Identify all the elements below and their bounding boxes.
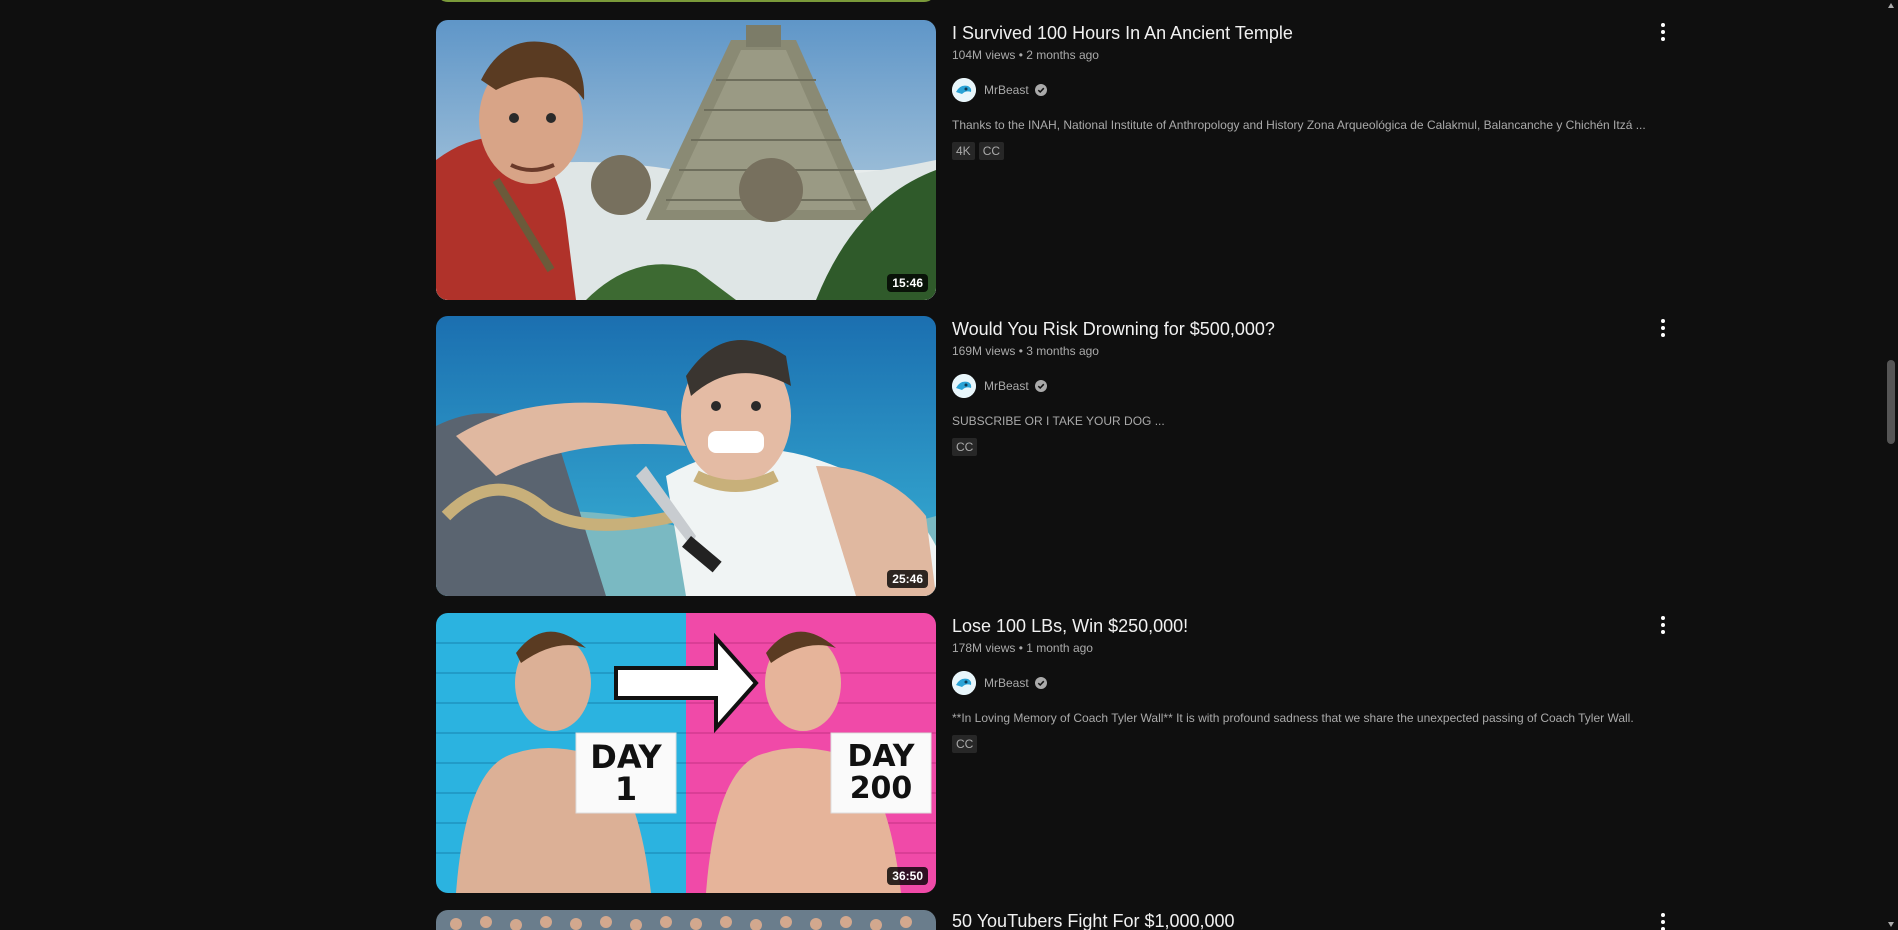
video-thumbnail[interactable]: 15:46 bbox=[436, 20, 936, 300]
channel-name[interactable]: MrBeast bbox=[984, 676, 1029, 690]
video-result[interactable]: 15:46 I Survived 100 Hours In An Ancient… bbox=[436, 20, 1676, 300]
page-scrollbar[interactable] bbox=[1884, 0, 1898, 930]
channel-name[interactable]: MrBeast bbox=[984, 379, 1029, 393]
video-title[interactable]: Lose 100 LBs, Win $250,000! bbox=[952, 613, 1652, 639]
video-description: **In Loving Memory of Coach Tyler Wall**… bbox=[952, 711, 1634, 725]
channel-name[interactable]: MrBeast bbox=[984, 83, 1029, 97]
video-description: SUBSCRIBE OR I TAKE YOUR DOG ... bbox=[952, 414, 1165, 428]
video-title[interactable]: 50 YouTubers Fight For $1,000,000 bbox=[952, 910, 1652, 930]
channel-avatar[interactable] bbox=[952, 78, 976, 102]
more-vert-icon bbox=[1661, 319, 1665, 337]
underwater-thumbnail-image bbox=[436, 316, 936, 596]
video-thumbnail[interactable]: DAY 1 DAY 200 36:50 bbox=[436, 613, 936, 893]
more-vert-icon bbox=[1661, 913, 1665, 930]
video-info: Lose 100 LBs, Win $250,000! 178M views •… bbox=[952, 613, 1652, 753]
view-count: 169M views bbox=[952, 344, 1016, 358]
video-result[interactable]: 50 YouTubers Fight For $1,000,000 bbox=[436, 910, 1676, 930]
video-metadata: 178M views • 1 month ago bbox=[952, 639, 1652, 657]
channel-info[interactable]: MrBeast bbox=[952, 671, 1652, 695]
upload-age: 2 months ago bbox=[1026, 48, 1099, 62]
video-result[interactable]: DAY 1 DAY 200 36:50 Lose 100 LBs, Win $2… bbox=[436, 613, 1676, 893]
video-info: 50 YouTubers Fight For $1,000,000 bbox=[952, 910, 1652, 930]
crowd-thumbnail-image bbox=[436, 910, 936, 930]
verified-check-icon bbox=[1034, 380, 1047, 392]
video-duration: 25:46 bbox=[887, 570, 928, 588]
channel-avatar[interactable] bbox=[952, 374, 976, 398]
more-vert-icon bbox=[1661, 616, 1665, 634]
video-info: Would You Risk Drowning for $500,000? 16… bbox=[952, 316, 1652, 456]
video-thumbnail[interactable] bbox=[436, 910, 936, 930]
badge-cc: CC bbox=[952, 735, 978, 753]
more-actions-button[interactable] bbox=[1651, 316, 1675, 340]
more-actions-button[interactable] bbox=[1651, 910, 1675, 930]
channel-info[interactable]: MrBeast bbox=[952, 374, 1652, 398]
sign-day-200: DAY 200 bbox=[847, 739, 915, 806]
scrollbar-thumb[interactable] bbox=[1887, 360, 1895, 444]
badge-list: CC bbox=[952, 438, 1652, 456]
more-vert-icon bbox=[1661, 23, 1665, 41]
upload-age: 1 month ago bbox=[1026, 641, 1093, 655]
verified-check-icon bbox=[1034, 677, 1047, 689]
view-count: 178M views bbox=[952, 641, 1016, 655]
temple-thumbnail-image bbox=[436, 20, 936, 300]
badge-list: CC bbox=[952, 735, 1652, 753]
sign-day-1: DAY 1 bbox=[590, 738, 662, 808]
video-thumbnail[interactable]: 25:46 bbox=[436, 316, 936, 596]
more-actions-button[interactable] bbox=[1651, 20, 1675, 44]
video-info: I Survived 100 Hours In An Ancient Templ… bbox=[952, 20, 1652, 160]
channel-info[interactable]: MrBeast bbox=[952, 78, 1652, 102]
video-duration: 36:50 bbox=[887, 867, 928, 885]
scroll-up-arrow-icon[interactable] bbox=[1887, 2, 1895, 10]
video-result[interactable]: 25:46 Would You Risk Drowning for $500,0… bbox=[436, 316, 1676, 596]
view-count: 104M views bbox=[952, 48, 1016, 62]
search-results-list: 15:46 I Survived 100 Hours In An Ancient… bbox=[436, 0, 1676, 930]
badge-list: 4K CC bbox=[952, 142, 1652, 160]
video-title[interactable]: Would You Risk Drowning for $500,000? bbox=[952, 316, 1652, 342]
badge-cc: CC bbox=[952, 438, 978, 456]
channel-avatar[interactable] bbox=[952, 671, 976, 695]
more-actions-button[interactable] bbox=[1651, 613, 1675, 637]
badge-4k: 4K bbox=[952, 142, 975, 160]
upload-age: 3 months ago bbox=[1026, 344, 1099, 358]
badge-cc: CC bbox=[978, 142, 1005, 160]
video-title[interactable]: I Survived 100 Hours In An Ancient Templ… bbox=[952, 20, 1652, 46]
video-metadata: 104M views • 2 months ago bbox=[952, 46, 1652, 64]
video-duration: 15:46 bbox=[887, 274, 928, 292]
scroll-down-arrow-icon[interactable] bbox=[1887, 920, 1895, 928]
video-metadata: 169M views • 3 months ago bbox=[952, 342, 1652, 360]
verified-check-icon bbox=[1034, 84, 1047, 96]
video-description: Thanks to the INAH, National Institute o… bbox=[952, 118, 1646, 132]
